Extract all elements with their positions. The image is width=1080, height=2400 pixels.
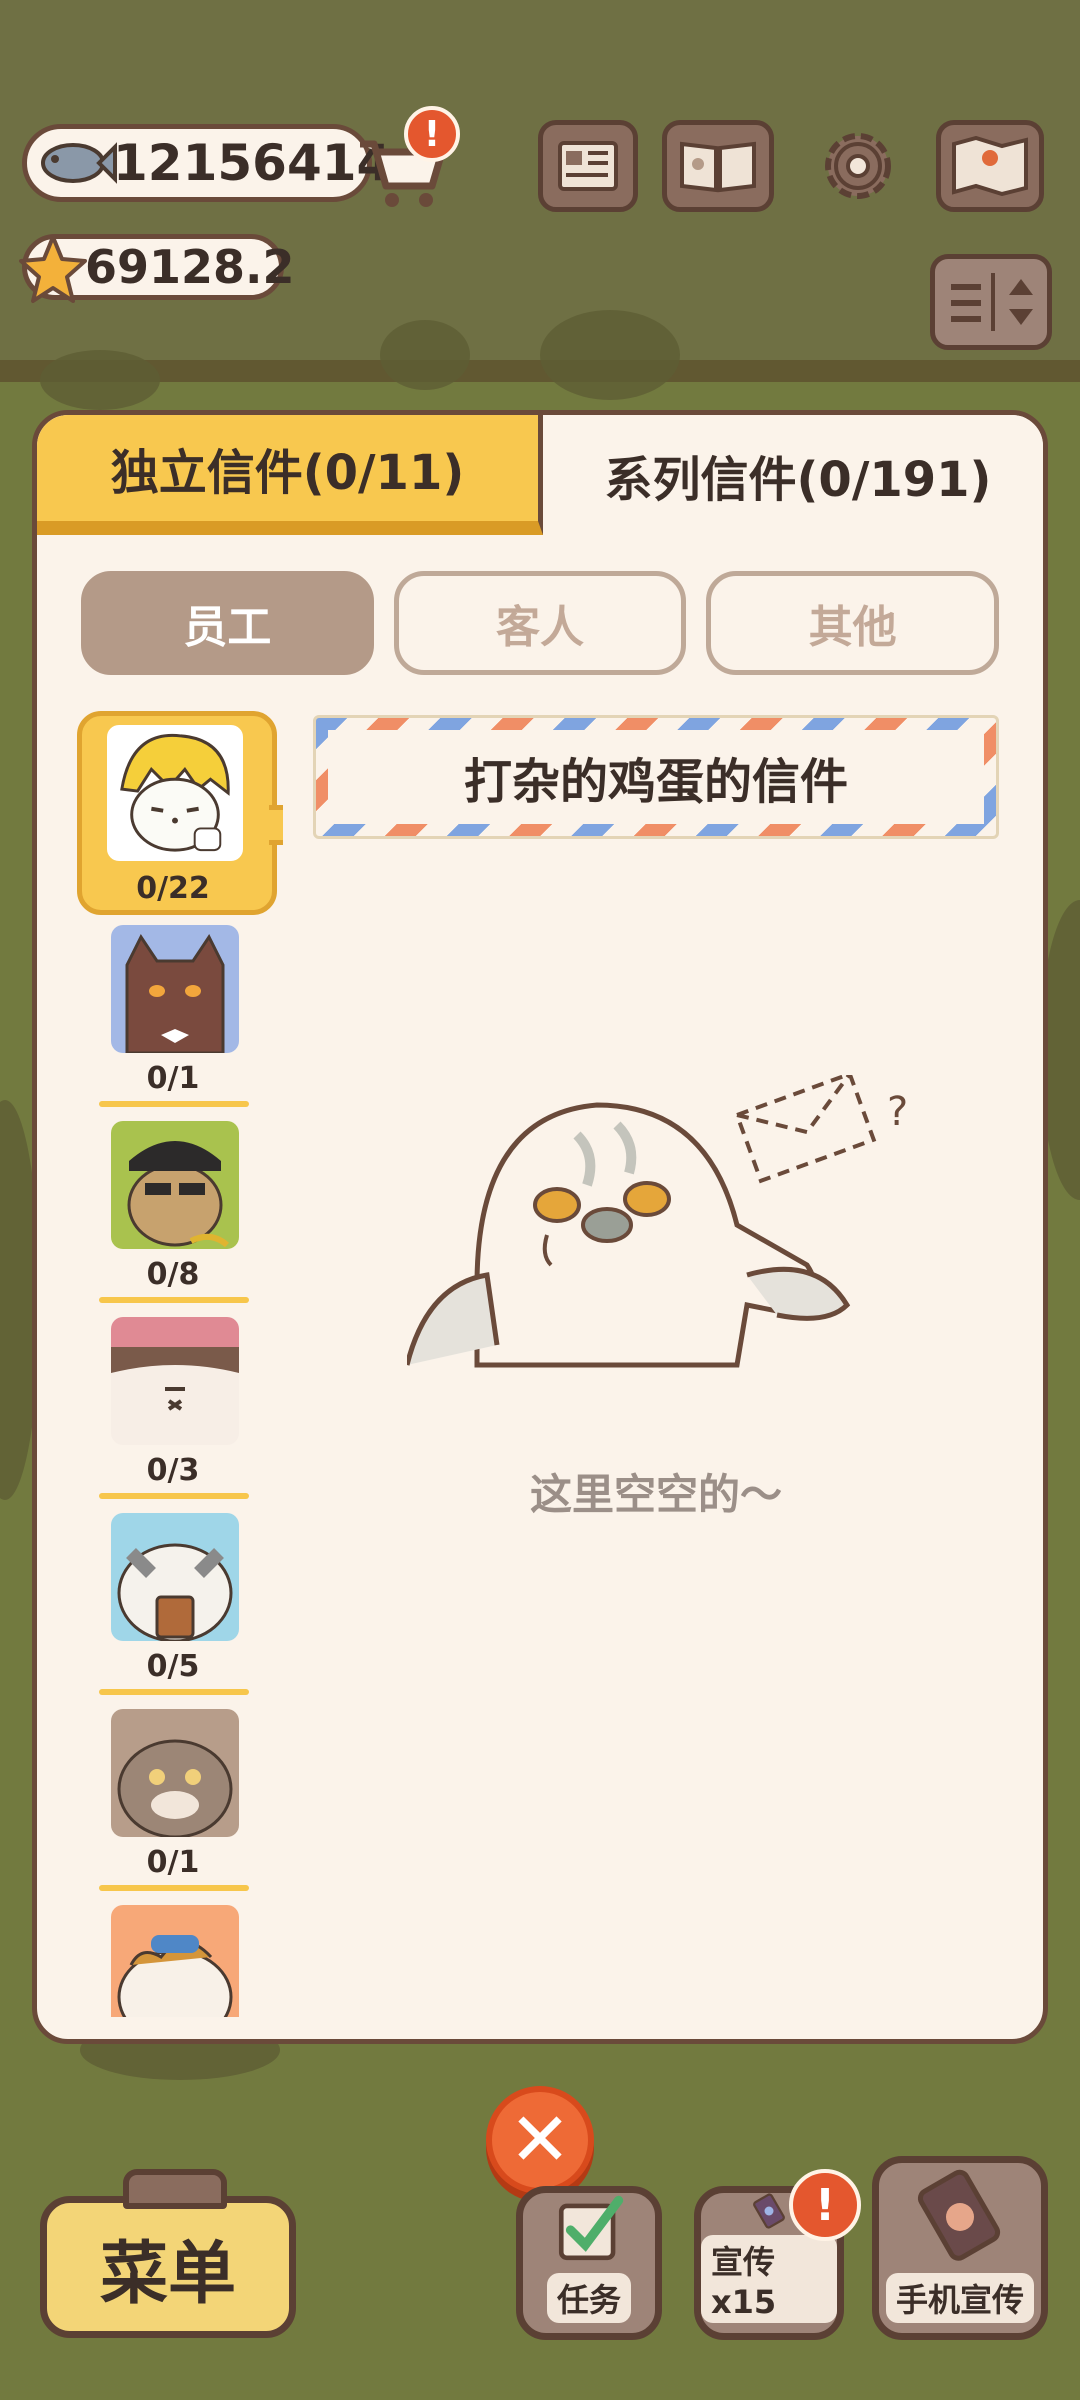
star-currency: 69128.2 [19, 234, 295, 303]
character-avatar [111, 925, 239, 1053]
character-avatar [107, 725, 243, 861]
promote-alert-badge: ! [789, 2169, 861, 2241]
fish-currency: 12156414 [22, 124, 391, 202]
character-item[interactable]: 0/3 [73, 1307, 273, 1503]
letter-progress: 0/8 [146, 1257, 200, 1292]
menu-button[interactable]: 菜单 [40, 2169, 296, 2338]
character-avatar [111, 1513, 239, 1641]
letter-tabs: 独立信件(0/11) 系列信件(0/191) [37, 415, 1043, 535]
recipe-book-button[interactable] [662, 120, 774, 212]
star-icon [19, 235, 87, 303]
newspaper-button[interactable] [538, 120, 638, 212]
character-avatar [111, 1121, 239, 1249]
map-button[interactable] [936, 120, 1044, 212]
promote-label: 宣传x15 [701, 2235, 837, 2323]
shop-cart-button[interactable]: ! [352, 106, 460, 214]
tab-single-letters[interactable]: 独立信件(0/11) [37, 415, 543, 535]
phone-promote-label: 手机宣传 [885, 2273, 1034, 2323]
character-item[interactable]: 0/1 [73, 1699, 273, 1895]
letter-progress: 0/5 [146, 1649, 200, 1684]
close-button[interactable]: ✕ [486, 2086, 594, 2194]
letter-envelope-banner: 打杂的鸡蛋的信件 [313, 715, 999, 839]
cart-alert-badge: ! [404, 106, 460, 162]
character-avatar [111, 1709, 239, 1837]
clipboard-clip-icon [123, 2169, 227, 2209]
letters-dialog: 独立信件(0/11) 系列信件(0/191) 员工 客人 其他 0/22 0/1… [32, 410, 1048, 2044]
letter-progress: 0/1 [146, 1845, 200, 1880]
close-icon: ✕ [508, 2097, 571, 2183]
letter-progress: 0/22 [136, 871, 210, 906]
tasks-label: 任务 [546, 2273, 631, 2323]
map-icon [952, 136, 1028, 196]
character-list[interactable]: 0/22 0/1 0/8 0/3 0/5 0/1 [73, 711, 283, 2017]
character-item[interactable] [73, 1895, 273, 2017]
character-avatar [111, 1317, 239, 1445]
character-item[interactable]: 0/8 [73, 1111, 273, 1307]
book-icon [680, 141, 756, 193]
phone-paw-icon [917, 2169, 1001, 2261]
character-item[interactable]: 0/22 [73, 711, 283, 915]
layout-toggle-button[interactable] [930, 254, 1052, 350]
newspaper-icon [558, 141, 618, 191]
tab-series-letters[interactable]: 系列信件(0/191) [543, 415, 1043, 535]
chip-other[interactable]: 其他 [706, 571, 1000, 675]
chip-staff[interactable]: 员工 [81, 571, 374, 675]
chip-guests[interactable]: 客人 [393, 571, 687, 675]
character-avatar [111, 1905, 239, 2017]
sort-icon [951, 273, 1033, 331]
svg-text:?: ? [887, 1089, 908, 1135]
empty-owl-illustration: ? [407, 1075, 908, 1368]
character-item[interactable]: 0/1 [73, 915, 273, 1111]
letter-progress: 0/3 [146, 1453, 200, 1488]
tasks-button[interactable]: 任务 [516, 2186, 662, 2340]
checkbox-icon [558, 2195, 624, 2261]
fish-count: 12156414 [113, 134, 392, 192]
phone-promote-button[interactable]: 手机宣传 [872, 2156, 1048, 2340]
character-item[interactable]: 0/5 [73, 1503, 273, 1699]
settings-button[interactable] [808, 120, 908, 212]
gear-icon [825, 133, 891, 199]
promote-button[interactable]: 宣传x15 ! [694, 2169, 861, 2340]
letter-title: 打杂的鸡蛋的信件 [328, 730, 984, 824]
category-filter: 员工 客人 其他 [81, 571, 1000, 675]
fish-icon [41, 142, 117, 184]
letter-progress: 0/1 [146, 1061, 200, 1096]
menu-label: 菜单 [99, 2234, 236, 2314]
star-count: 69128.2 [85, 240, 295, 294]
empty-state-text: 这里空空的～ [529, 1470, 782, 1519]
